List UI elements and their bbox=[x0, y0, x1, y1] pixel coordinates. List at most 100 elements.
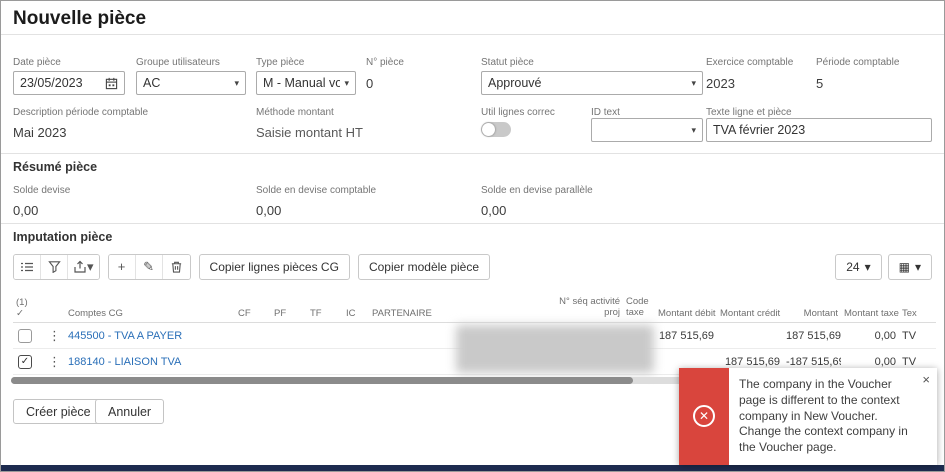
redaction-blur bbox=[456, 325, 654, 373]
kebab-icon[interactable]: ⋮ bbox=[44, 328, 65, 343]
col-header-cf: CF bbox=[238, 308, 251, 319]
solde-devise-value: 0,00 bbox=[13, 203, 39, 218]
page-title: Nouvelle pièce bbox=[13, 8, 147, 29]
cell-montant-taxe: 0,00 bbox=[874, 355, 896, 368]
col-header-tex: Tex bbox=[902, 308, 917, 319]
type-piece-select[interactable]: M - Manual vo... ▾ bbox=[256, 71, 356, 95]
type-piece-value: M - Manual vo... bbox=[263, 76, 340, 90]
trash-icon bbox=[170, 260, 183, 274]
close-icon[interactable]: × bbox=[922, 371, 930, 388]
cancel-button[interactable]: Annuler bbox=[95, 399, 165, 424]
list-icon bbox=[20, 260, 34, 274]
row-checkbox[interactable]: ✓ bbox=[18, 354, 32, 369]
plus-icon: + bbox=[117, 259, 126, 274]
date-piece-label: Date pièce bbox=[13, 57, 61, 68]
toast-body: × The company in the Voucher page is dif… bbox=[729, 368, 937, 465]
row-checkbox[interactable] bbox=[18, 328, 32, 343]
page-size-select[interactable]: 24 ▾ bbox=[835, 253, 882, 280]
id-text-select[interactable]: ▾ bbox=[591, 118, 703, 142]
groupe-utilisateurs-label: Groupe utilisateurs bbox=[136, 57, 220, 68]
account-link[interactable]: 188140 - LIAISON TVA bbox=[68, 356, 181, 368]
statut-piece-label: Statut pièce bbox=[481, 57, 534, 68]
exercice-comptable-value: 2023 bbox=[706, 76, 735, 91]
chevron-down-icon: ▾ bbox=[234, 77, 239, 88]
export-button[interactable]: ▾ bbox=[68, 254, 99, 279]
texte-ligne-piece-label: Texte ligne et pièce bbox=[706, 107, 792, 118]
col-header-seq-activite: N° séq activité proj bbox=[559, 297, 620, 319]
chevron-down-icon: ▾ bbox=[87, 258, 94, 274]
error-toast: ✕ × The company in the Voucher page is d… bbox=[679, 367, 937, 465]
error-icon-panel: ✕ bbox=[679, 367, 729, 465]
resume-section-title: Résumé pièce bbox=[13, 160, 98, 174]
copy-voucher-template-button[interactable]: Copier modèle pièce bbox=[357, 253, 490, 280]
toolbar-right: 24 ▾ ▦ ▾ bbox=[835, 253, 932, 280]
scrollbar-thumb[interactable] bbox=[11, 377, 633, 384]
solde-devise-label: Solde devise bbox=[13, 185, 71, 196]
exercice-comptable-label: Exercice comptable bbox=[706, 57, 794, 68]
bottom-bar bbox=[1, 465, 944, 471]
groupe-utilisateurs-value: AC bbox=[143, 76, 161, 90]
select-count-label: (1) bbox=[16, 298, 28, 309]
cell-montant: -187 515,69 bbox=[786, 355, 841, 368]
col-header-ic: IC bbox=[346, 308, 356, 319]
select-all-header[interactable]: (1) ✓ bbox=[13, 298, 41, 319]
calendar-icon[interactable] bbox=[105, 77, 118, 90]
chevron-down-icon: ▾ bbox=[344, 77, 349, 88]
col-header-tf: TF bbox=[310, 308, 322, 319]
new-voucher-page: Nouvelle pièce Date pièce 23/05/2023 Gro… bbox=[0, 0, 945, 472]
date-piece-input[interactable]: 23/05/2023 bbox=[13, 71, 125, 95]
create-voucher-button[interactable]: Créer pièce bbox=[13, 399, 104, 424]
chevron-down-icon: ▾ bbox=[864, 259, 871, 274]
texte-ligne-piece-input[interactable] bbox=[706, 118, 932, 142]
edit-line-button[interactable]: ✎ bbox=[135, 254, 163, 279]
cell-tex: TV bbox=[902, 355, 917, 368]
kebab-icon[interactable]: ⋮ bbox=[44, 354, 65, 369]
delete-line-button[interactable] bbox=[162, 254, 190, 279]
solde-devise-comptable-label: Solde en devise comptable bbox=[256, 185, 377, 196]
id-text-label: ID text bbox=[591, 107, 620, 118]
divider bbox=[1, 34, 944, 35]
toast-message: The company in the Voucher page is diffe… bbox=[739, 376, 908, 455]
cell-tex: TV bbox=[902, 329, 917, 342]
filter-icon bbox=[47, 260, 61, 273]
description-periode-label: Description période comptable bbox=[13, 107, 149, 118]
periode-comptable-label: Période comptable bbox=[816, 57, 900, 68]
view-icon-group: ▾ bbox=[13, 253, 100, 280]
account-link[interactable]: 445500 - TVA A PAYER bbox=[68, 330, 182, 342]
statut-piece-select[interactable]: Approuvé ▾ bbox=[481, 71, 703, 95]
imputation-toolbar: ▾ + ✎ Copier lignes pièces CG Copier mod… bbox=[13, 253, 932, 280]
add-line-button[interactable]: + bbox=[108, 254, 136, 279]
column-settings-button[interactable]: ▦ ▾ bbox=[887, 253, 932, 280]
edit-icon-group: + ✎ bbox=[107, 253, 191, 280]
cell-montant-taxe: 0,00 bbox=[874, 329, 896, 342]
page-size-value: 24 bbox=[846, 259, 860, 274]
divider bbox=[1, 223, 944, 224]
solde-devise-comptable-value: 0,00 bbox=[256, 203, 282, 218]
view-options-button[interactable] bbox=[14, 254, 41, 279]
error-icon: ✕ bbox=[693, 405, 715, 428]
chevron-down-icon: ▾ bbox=[691, 77, 696, 88]
share-icon bbox=[73, 260, 87, 274]
col-header-montant-taxe: Montant taxe bbox=[844, 308, 899, 319]
cell-montant-debit: 187 515,69 bbox=[658, 329, 714, 342]
table-header-row: (1) ✓ Comptes CG CF PF TF IC PARTENAIRE … bbox=[13, 289, 936, 323]
row-menu-cell: ⋮ bbox=[41, 328, 65, 344]
toggle-knob bbox=[482, 123, 495, 136]
chevron-down-icon: ▾ bbox=[914, 259, 921, 274]
cell-montant-credit: 187 515,69 bbox=[724, 355, 780, 368]
row-menu-cell: ⋮ bbox=[41, 354, 65, 370]
copy-cg-lines-button[interactable]: Copier lignes pièces CG bbox=[198, 253, 350, 280]
util-lignes-correc-toggle[interactable] bbox=[481, 122, 511, 137]
solde-devise-parallele-label: Solde en devise parallèle bbox=[481, 185, 593, 196]
filter-button[interactable] bbox=[41, 254, 68, 279]
util-lignes-correc-label: Util lignes correc bbox=[481, 107, 555, 118]
row-select-cell bbox=[13, 328, 41, 343]
col-header-montant-debit: Montant débit bbox=[658, 308, 716, 319]
grid-icon: ▦ bbox=[898, 259, 910, 274]
imputation-section-title: Imputation pièce bbox=[13, 230, 113, 244]
col-header-montant: Montant bbox=[803, 308, 838, 319]
row-select-cell: ✓ bbox=[13, 354, 41, 369]
groupe-utilisateurs-select[interactable]: AC ▾ bbox=[136, 71, 246, 95]
periode-comptable-value: 5 bbox=[816, 76, 824, 91]
col-header-pf: PF bbox=[274, 308, 287, 319]
